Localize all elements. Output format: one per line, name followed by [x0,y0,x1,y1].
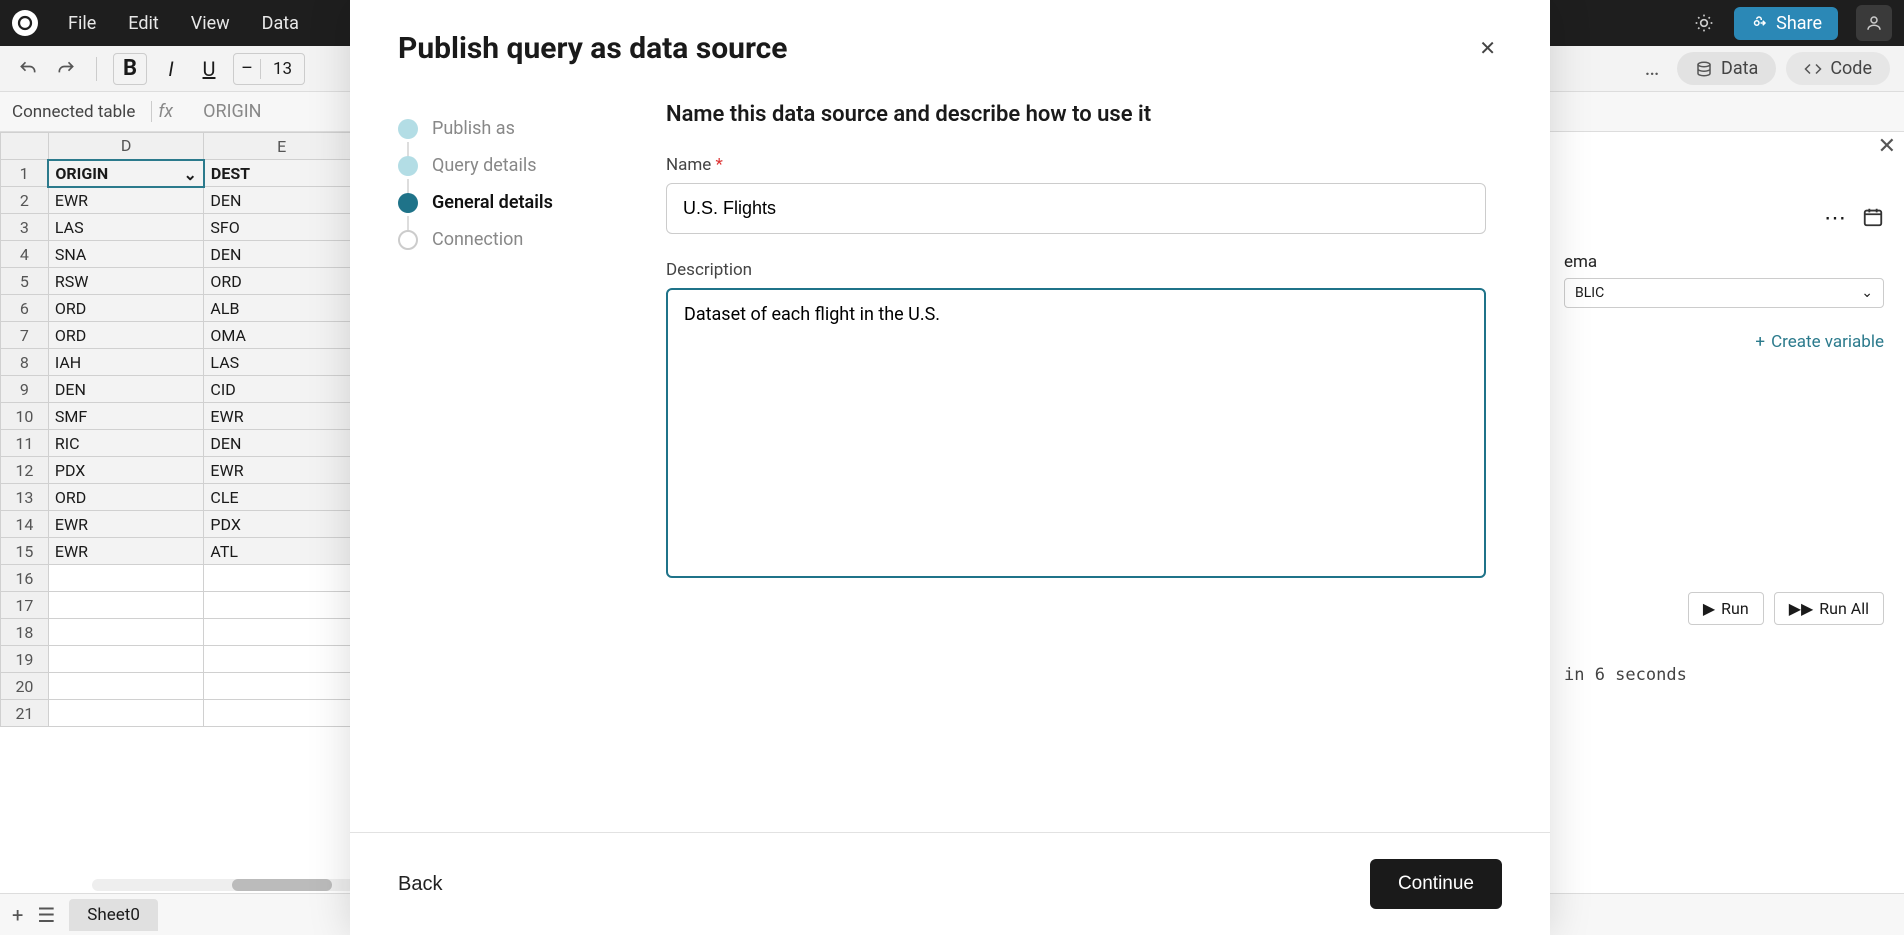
step-general-details[interactable]: General details [398,184,618,221]
modal-title: Publish query as data source [398,31,788,66]
name-label: Name * [666,155,1502,175]
description-textarea[interactable] [666,288,1486,578]
close-icon[interactable]: ✕ [1473,30,1502,66]
description-label: Description [666,260,1502,280]
modal-form: Name this data source and describe how t… [666,90,1502,832]
publish-modal: Publish query as data source ✕ Publish a… [350,0,1550,935]
name-input[interactable] [666,183,1486,234]
step-publish-as[interactable]: Publish as [398,110,618,147]
wizard-steps: Publish as Query details General details… [398,90,618,832]
step-connection[interactable]: Connection [398,221,618,258]
step-query-details[interactable]: Query details [398,147,618,184]
continue-button[interactable]: Continue [1370,859,1502,909]
form-heading: Name this data source and describe how t… [666,102,1502,127]
back-button[interactable]: Back [398,873,442,896]
